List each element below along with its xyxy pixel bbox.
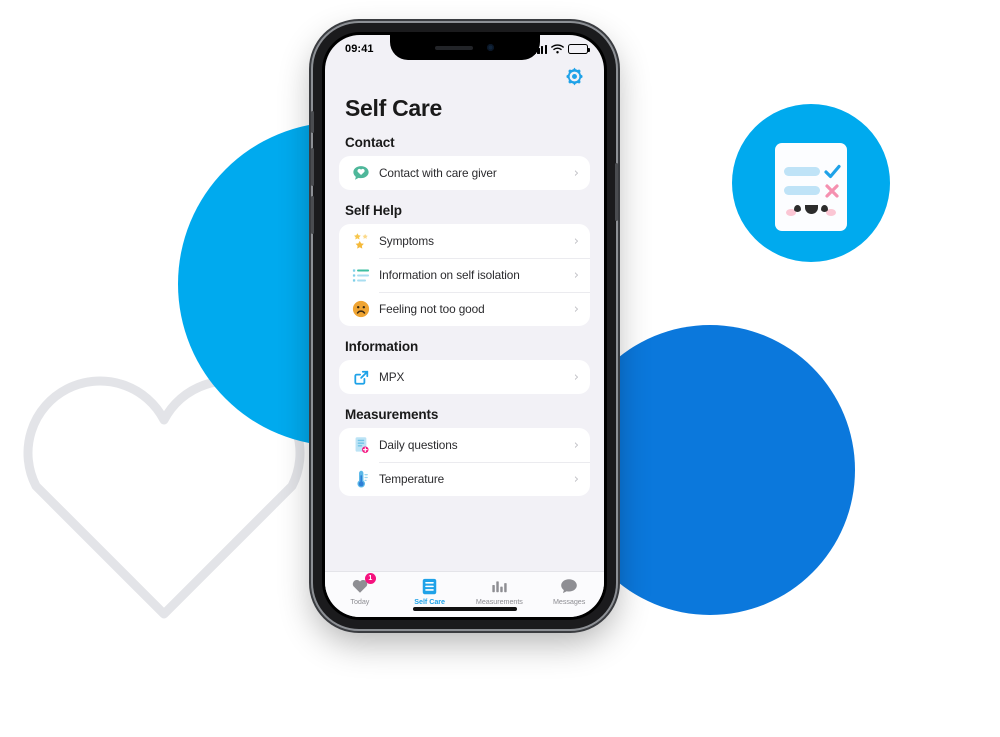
chevron-right-icon: › [573,165,579,181]
phone-bezel: 09:41 Self Care Contact Contact with car… [322,32,607,620]
card-self-help: Symptoms › Information on self isolation… [339,224,590,326]
volume-down-button[interactable] [311,196,314,234]
phone-screen: 09:41 Self Care Contact Contact with car… [325,35,604,617]
chevron-right-icon: › [573,471,579,487]
screenshot-canvas: 09:41 Self Care Contact Contact with car… [0,0,1000,737]
tab-label: Messages [552,597,586,606]
smile-mouth [805,205,818,214]
list-item-daily-questions[interactable]: Daily questions › [339,428,590,462]
document-icon [420,577,440,595]
card-contact: Contact with care giver › [339,156,590,190]
list-item-label: Feeling not too good [379,302,485,316]
eye-left [794,205,801,212]
checklist-bar-1 [784,167,820,176]
decorative-heart-outline-small [873,353,943,415]
phone-mockup: 09:41 Self Care Contact Contact with car… [311,23,618,629]
checklist-illustration [775,143,847,231]
silent-switch[interactable] [311,111,314,133]
list-item-label: Symptoms [379,234,434,248]
section-title-measurements: Measurements [345,407,439,422]
wifi-icon [551,44,564,54]
signal-bars-icon [533,44,547,54]
chevron-right-icon: › [573,369,579,385]
eye-right [821,205,828,212]
tab-label: Today [350,597,370,606]
home-indicator[interactable] [412,607,517,611]
power-button[interactable] [615,163,618,221]
bar-chart-icon [489,577,509,595]
chevron-right-icon: › [573,233,579,249]
tab-self-care[interactable]: Self Care [395,577,465,606]
chevron-right-icon: › [573,301,579,317]
list-item-label: Temperature [379,472,445,486]
status-bar: 09:41 [325,35,604,63]
section-title-contact: Contact [345,135,395,150]
notification-badge: 1 [364,573,376,584]
list-item-contact-with-care-giver[interactable]: Contact with care giver › [339,156,590,190]
tab-messages[interactable]: Messages [534,577,604,606]
list-item-label: Contact with care giver [379,166,497,180]
tab-label: Measurements [475,597,523,606]
section-title-self-help: Self Help [345,203,402,218]
section-title-information: Information [345,339,419,354]
tab-label: Self Care [414,597,445,606]
list-item-symptoms[interactable]: Symptoms › [339,224,590,258]
card-measurements: Daily questions › Temperature › [339,428,590,496]
list-item-mpx[interactable]: MPX › [339,360,590,394]
status-time: 09:41 [345,43,374,55]
list-icon [351,265,371,285]
sad-face-icon [351,299,371,319]
speech-bubble-icon [559,577,579,595]
tab-measurements[interactable]: Measurements [465,577,535,606]
cross-icon [825,184,839,198]
volume-up-button[interactable] [311,148,314,186]
page-title: Self Care [345,95,443,121]
thermometer-icon [351,469,371,489]
list-item-information-on-self-isolation[interactable]: Information on self isolation › [339,258,590,292]
list-item-label: Information on self isolation [379,268,520,282]
chat-heart-icon [351,163,371,183]
list-item-label: Daily questions [379,438,458,452]
tab-today[interactable]: 1 Today [325,573,395,606]
external-link-icon [351,367,371,387]
chevron-right-icon: › [573,267,579,283]
list-item-temperature[interactable]: Temperature › [339,462,590,496]
battery-icon [568,44,590,54]
list-item-label: MPX [379,370,405,384]
checklist-bar-2 [784,186,820,195]
document-badge-icon [351,435,371,455]
gear-icon[interactable] [565,67,584,86]
header-actions [339,63,590,93]
chevron-right-icon: › [573,437,579,453]
heart-icon: 1 [350,573,376,595]
stars-icon [351,231,371,251]
check-icon [824,164,841,179]
list-item-feeling-not-too-good[interactable]: Feeling not too good › [339,292,590,326]
card-information: MPX › [339,360,590,394]
status-indicators [533,44,590,54]
screen-content: Self Care Contact Contact with care give… [325,63,604,571]
